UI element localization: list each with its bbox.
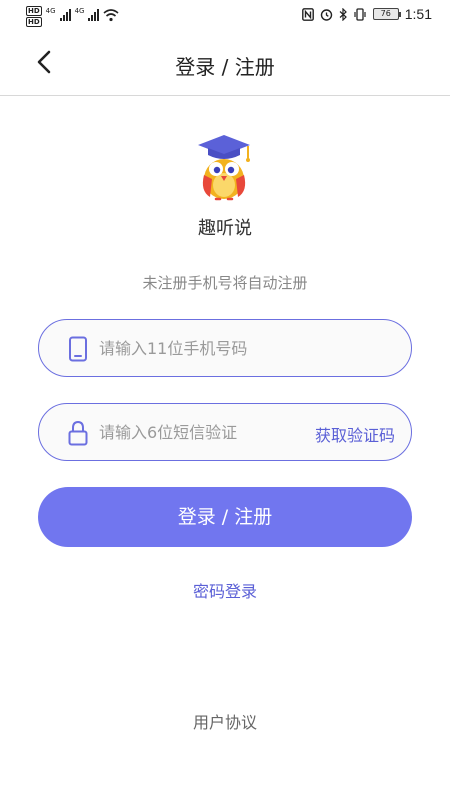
bluetooth-icon [339, 7, 347, 21]
clock: 1:51 [404, 6, 432, 22]
app-name: 趣听说 [198, 218, 252, 239]
status-bar: HD HD 4G 4G 76 1:51 [0, 0, 450, 32]
wifi-icon [103, 9, 119, 22]
owl-logo-icon [198, 135, 250, 201]
lock-icon [68, 420, 88, 446]
user-agreement-link[interactable]: 用户协议 [0, 709, 450, 733]
battery-indicator: 76 [372, 8, 401, 20]
signal-icon [88, 9, 100, 21]
auto-register-hint: 未注册手机号将自动注册 [142, 274, 308, 292]
phone-input[interactable] [99, 320, 329, 376]
verification-code-input[interactable] [99, 404, 329, 460]
network-type: 4G [45, 7, 56, 15]
hd-badge: HD [26, 6, 42, 16]
status-right: 76 1:51 [301, 6, 432, 22]
login-register-button[interactable]: 登录 / 注册 [38, 487, 412, 547]
verification-code-field: 获取验证码 [38, 403, 412, 461]
hd-badges: HD HD [26, 6, 42, 27]
phone-field [38, 319, 412, 377]
signal-icon [59, 9, 71, 21]
hd-badge: HD [26, 17, 42, 27]
get-code-button[interactable]: 获取验证码 [315, 422, 395, 446]
page-title: 登录 / 注册 [175, 55, 275, 79]
alarm-icon [320, 8, 332, 21]
phone-icon [69, 336, 87, 362]
password-login-link[interactable]: 密码登录 [0, 578, 450, 602]
vibrate-icon [354, 7, 366, 21]
network-type: 4G [74, 7, 85, 15]
status-left: HD HD 4G 4G [26, 6, 119, 27]
nav-bar: 登录 / 注册 [0, 32, 450, 96]
nfc-icon [301, 7, 314, 21]
